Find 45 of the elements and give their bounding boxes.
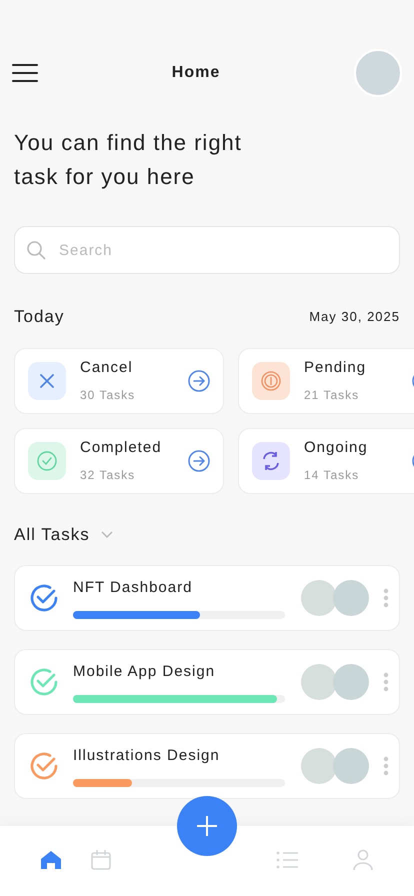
menu-icon[interactable] bbox=[12, 63, 38, 83]
task-name: NFT Dashboard bbox=[73, 578, 194, 598]
status-title: Pending bbox=[304, 358, 368, 378]
plus-icon bbox=[195, 814, 219, 838]
task-count: 14 Tasks bbox=[304, 466, 360, 484]
status-card[interactable]: Completed 32 Tasks bbox=[14, 428, 224, 494]
task-name: Illustrations Design bbox=[73, 746, 221, 766]
avatar bbox=[301, 580, 337, 616]
status-title: Ongoing bbox=[304, 438, 369, 458]
section-title: Today bbox=[14, 306, 64, 328]
page-title: Home bbox=[172, 63, 220, 83]
search-field[interactable]: Search bbox=[14, 226, 400, 274]
status-card[interactable]: Ongoing 14 Tasks bbox=[238, 428, 414, 494]
status-card[interactable]: Pending 21 Tasks bbox=[238, 348, 414, 414]
calendar-icon[interactable] bbox=[88, 848, 113, 872]
home-icon[interactable] bbox=[38, 848, 63, 872]
search-icon bbox=[26, 240, 46, 260]
date-label: May 30, 2025 bbox=[309, 308, 400, 326]
more-icon[interactable] bbox=[383, 756, 391, 776]
status-title: Completed bbox=[80, 438, 163, 458]
avatar bbox=[333, 748, 369, 784]
more-icon[interactable] bbox=[383, 672, 391, 692]
profile-icon[interactable] bbox=[351, 848, 376, 872]
status-card[interactable]: Cancel 30 Tasks bbox=[14, 348, 224, 414]
chevron-down-icon bbox=[100, 529, 114, 540]
arrow-circle-icon[interactable] bbox=[188, 450, 210, 472]
task-count: 21 Tasks bbox=[304, 386, 360, 404]
task-card[interactable]: Mobile App Design bbox=[14, 649, 400, 715]
task-count: 32 Tasks bbox=[80, 466, 136, 484]
all-tasks-dropdown[interactable]: All Tasks bbox=[14, 522, 114, 547]
avatar bbox=[301, 748, 337, 784]
avatar bbox=[333, 664, 369, 700]
more-icon[interactable] bbox=[383, 588, 391, 608]
avatar bbox=[333, 580, 369, 616]
status-title: Cancel bbox=[80, 358, 134, 378]
x-icon bbox=[28, 362, 66, 400]
task-name: Mobile App Design bbox=[73, 662, 216, 682]
task-card[interactable]: Illustrations Design bbox=[14, 733, 400, 799]
headline: You can find the right task for you here bbox=[13, 129, 243, 191]
task-card[interactable]: NFT Dashboard bbox=[14, 565, 400, 631]
task-count: 30 Tasks bbox=[80, 386, 136, 404]
clock-icon bbox=[252, 362, 290, 400]
avatar bbox=[301, 664, 337, 700]
arrow-circle-icon[interactable] bbox=[188, 370, 210, 392]
refresh-icon bbox=[252, 442, 290, 480]
